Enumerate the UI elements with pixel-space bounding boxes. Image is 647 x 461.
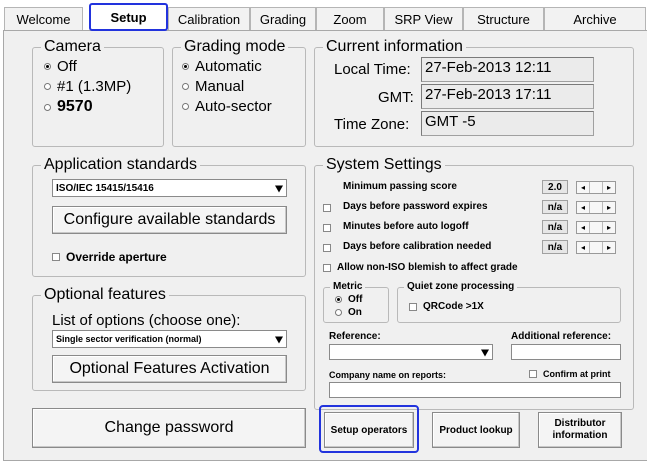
grading-option-auto-sector[interactable]: Auto-sector [182, 98, 272, 115]
minimum-passing-score-spinner[interactable]: ◂ ▸ [576, 181, 616, 194]
camera-title: Camera [41, 38, 104, 56]
optional-features-title: Optional features [41, 286, 169, 304]
configure-standards-button[interactable]: Configure available standards [52, 206, 287, 234]
radio-selected-icon [335, 296, 342, 303]
qrcode-checkbox[interactable]: QRCode >1X [409, 301, 484, 312]
auto-logoff-spinner[interactable]: ◂ ▸ [576, 221, 616, 234]
system-settings-title: System Settings [323, 156, 445, 174]
checkbox-icon [529, 370, 537, 378]
radio-icon [182, 103, 189, 110]
optional-feature-select[interactable]: Single sector verification (normal) [52, 330, 287, 348]
optional-features-activation-button[interactable]: Optional Features Activation [52, 355, 287, 383]
radio-selected-icon [44, 63, 51, 70]
metric-title: Metric [330, 280, 366, 294]
reference-label: Reference: [329, 331, 381, 342]
slider-thumb[interactable] [590, 222, 603, 233]
tab-grading[interactable]: Grading [250, 7, 316, 30]
grading-option-automatic[interactable]: Automatic [182, 58, 262, 75]
camera-option-off[interactable]: Off [44, 58, 77, 75]
application-standards-title: Application standards [41, 156, 200, 174]
product-lookup-button[interactable]: Product lookup [432, 412, 520, 448]
radio-icon [335, 309, 342, 316]
checkbox-icon[interactable] [323, 224, 331, 232]
camera-option-9570[interactable]: 9570 [44, 98, 93, 116]
arrow-left-icon[interactable]: ◂ [577, 222, 590, 233]
arrow-left-icon[interactable]: ◂ [577, 202, 590, 213]
camera-option-1-3mp[interactable]: #1 (1.3MP) [44, 78, 131, 95]
local-time-label: Local Time: [334, 61, 411, 78]
tab-welcome[interactable]: Welcome [4, 7, 83, 30]
highlight-frame [319, 405, 419, 453]
setting-days-before-password-expires: Days before password expires n/a ◂ ▸ [319, 200, 619, 216]
list-of-options-label: List of options (choose one): [52, 312, 241, 329]
checkbox-icon[interactable] [323, 204, 331, 212]
slider-thumb[interactable] [590, 202, 603, 213]
checkbox-icon[interactable] [323, 244, 331, 252]
arrow-right-icon[interactable]: ▸ [603, 222, 615, 233]
allow-non-iso-blemish-checkbox[interactable]: Allow non-ISO blemish to affect grade [323, 262, 518, 273]
current-information-title: Current information [323, 38, 466, 56]
override-aperture-checkbox[interactable]: Override aperture [52, 250, 167, 264]
local-time-value: 27-Feb-2013 12:11 [421, 57, 594, 82]
confirm-at-print-checkbox[interactable]: Confirm at print [529, 369, 611, 379]
system-settings-group: System Settings Minimum passing score 2.… [314, 156, 634, 410]
dropdown-arrow-icon [481, 349, 489, 357]
password-expires-spinner[interactable]: ◂ ▸ [576, 201, 616, 214]
grading-mode-title: Grading mode [181, 38, 289, 56]
metric-option-on[interactable]: On [335, 307, 362, 318]
radio-icon [44, 83, 51, 90]
gmt-label: GMT: [378, 89, 414, 106]
setting-minutes-before-auto-logoff: Minutes before auto logoff n/a ◂ ▸ [319, 220, 619, 236]
auto-logoff-value: n/a [542, 220, 568, 234]
arrow-right-icon[interactable]: ▸ [603, 202, 615, 213]
reference-select[interactable] [329, 344, 493, 360]
tab-archive[interactable]: Archive [544, 7, 646, 30]
checkbox-icon [409, 302, 417, 311]
arrow-left-icon[interactable]: ◂ [577, 182, 590, 193]
application-standard-select[interactable]: ISO/IEC 15415/15416 [52, 179, 287, 197]
checkbox-icon [52, 253, 60, 261]
arrow-right-icon[interactable]: ▸ [603, 242, 615, 253]
slider-thumb[interactable] [590, 242, 603, 253]
setting-days-before-calibration: Days before calibration needed n/a ◂ ▸ [319, 240, 619, 256]
additional-reference-input[interactable] [511, 344, 621, 360]
time-zone-value: GMT -5 [421, 111, 594, 136]
calibration-days-value: n/a [542, 240, 568, 254]
tab-structure[interactable]: Structure [463, 7, 544, 30]
grading-option-manual[interactable]: Manual [182, 78, 244, 95]
distributor-information-button[interactable]: Distributor information [538, 412, 622, 448]
company-name-input[interactable] [329, 382, 621, 398]
calibration-days-spinner[interactable]: ◂ ▸ [576, 241, 616, 254]
additional-reference-label: Additional reference: [511, 331, 612, 342]
arrow-right-icon[interactable]: ▸ [603, 182, 615, 193]
quiet-zone-title: Quiet zone processing [404, 280, 518, 294]
dropdown-arrow-icon [275, 336, 283, 344]
tab-zoom[interactable]: Zoom [316, 7, 384, 30]
tab-setup[interactable]: Setup [89, 3, 168, 31]
radio-selected-icon [182, 63, 189, 70]
dropdown-arrow-icon [275, 185, 283, 193]
metric-option-off[interactable]: Off [335, 294, 362, 305]
tab-calibration[interactable]: Calibration [168, 7, 250, 30]
arrow-left-icon[interactable]: ◂ [577, 242, 590, 253]
radio-icon [182, 83, 189, 90]
slider-thumb[interactable] [590, 182, 603, 193]
radio-icon [44, 103, 51, 111]
checkbox-icon [323, 263, 331, 272]
company-name-label: Company name on reports: [329, 370, 447, 380]
tab-srp-view[interactable]: SRP View [384, 7, 463, 30]
gmt-value: 27-Feb-2013 17:11 [421, 84, 594, 109]
time-zone-label: Time Zone: [334, 116, 410, 133]
password-expires-value: n/a [542, 200, 568, 214]
change-password-button[interactable]: Change password [32, 408, 306, 448]
minimum-passing-score-value: 2.0 [542, 180, 568, 194]
setting-minimum-passing-score: Minimum passing score 2.0 ◂ ▸ [319, 180, 619, 196]
